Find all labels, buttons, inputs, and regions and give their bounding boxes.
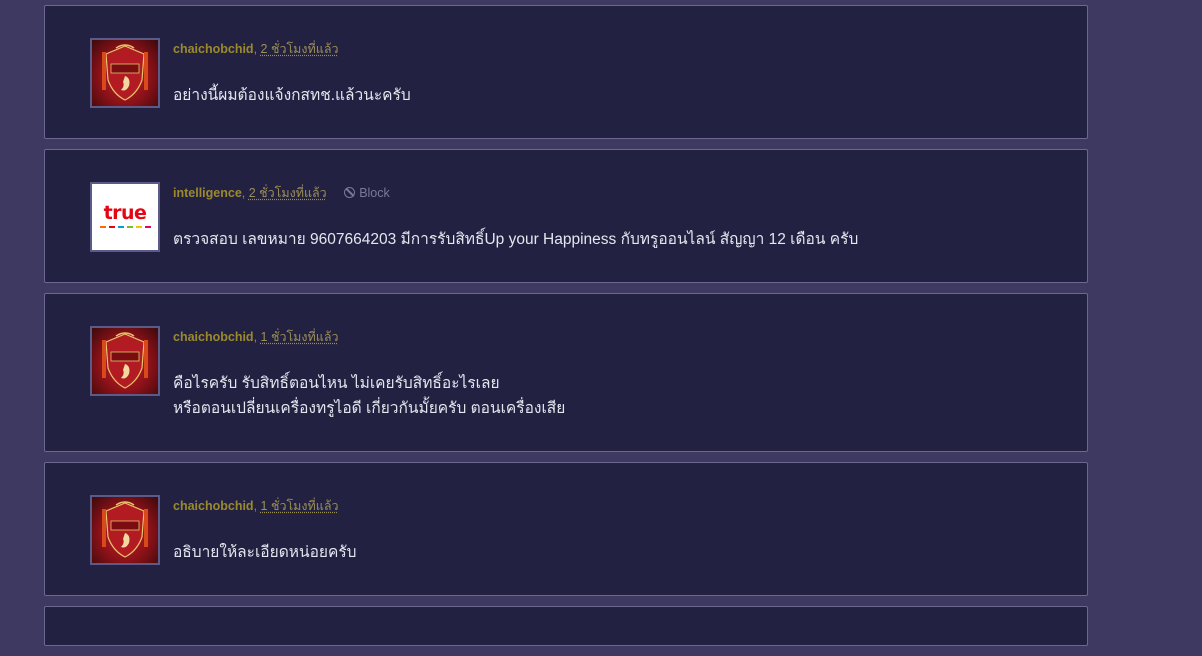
- comment-text-line: หรือตอนเปลี่ยนเครื่องทรูไอดี เกี่ยวกันมั…: [173, 400, 566, 417]
- block-label: Block: [359, 186, 390, 200]
- comment-text-line: ตรวจสอบ เลขหมาย 9607664203 มีการรับสิทธิ…: [173, 231, 859, 248]
- comment-body: คือไรครับ รับสิทธิ์ตอนไหน ไม่เคยรับสิทธิ…: [173, 371, 565, 421]
- avatar[interactable]: [90, 38, 160, 108]
- true-logo-text: true: [103, 202, 147, 224]
- comment-text-line: อย่างนี้ผมต้องแจ้งกสทช.แล้วนะครับ: [173, 87, 411, 104]
- comment-thread: chaichobchid, 2 ชั่วโมงที่แล้ว อย่างนี้ผ…: [44, 5, 1088, 656]
- liverpool-crest-icon: [102, 332, 148, 389]
- liverpool-crest-icon: [102, 44, 148, 101]
- comment-text-line: คือไรครับ รับสิทธิ์ตอนไหน ไม่เคยรับสิทธิ…: [173, 375, 500, 392]
- block-button[interactable]: Block: [344, 186, 390, 200]
- timestamp-link[interactable]: 2 ชั่วโมงที่แล้ว: [249, 186, 327, 200]
- comment-card: chaichobchid, 1 ชั่วโมงที่แล้ว อธิบายให้…: [44, 462, 1088, 596]
- timestamp-link[interactable]: 2 ชั่วโมงที่แล้ว: [261, 42, 339, 56]
- comment-meta: chaichobchid, 1 ชั่วโมงที่แล้ว: [173, 330, 339, 344]
- comment-meta: chaichobchid, 2 ชั่วโมงที่แล้ว: [173, 42, 339, 56]
- avatar[interactable]: [90, 495, 160, 565]
- comment-meta: intelligence, 2 ชั่วโมงที่แล้ว Block: [173, 186, 390, 200]
- author-link[interactable]: chaichobchid: [173, 330, 254, 344]
- ban-icon: [344, 187, 356, 198]
- comment-body: อย่างนี้ผมต้องแจ้งกสทช.แล้วนะครับ: [173, 83, 411, 108]
- timestamp-link[interactable]: 1 ชั่วโมงที่แล้ว: [261, 330, 339, 344]
- comment-body: ตรวจสอบ เลขหมาย 9607664203 มีการรับสิทธิ…: [173, 227, 858, 252]
- comment-card: chaichobchid, 2 ชั่วโมงที่แล้ว อย่างนี้ผ…: [44, 5, 1088, 139]
- comment-text-line: อธิบายให้ละเอียดหน่อยครับ: [173, 544, 357, 561]
- comment-meta: chaichobchid, 1 ชั่วโมงที่แล้ว: [173, 499, 339, 513]
- author-link[interactable]: chaichobchid: [173, 42, 254, 56]
- timestamp-link[interactable]: 1 ชั่วโมงที่แล้ว: [261, 499, 339, 513]
- comment-card-partial: [44, 606, 1088, 646]
- avatar[interactable]: true: [90, 182, 160, 252]
- liverpool-crest-icon: [102, 501, 148, 558]
- author-link[interactable]: chaichobchid: [173, 499, 254, 513]
- comment-card: chaichobchid, 1 ชั่วโมงที่แล้ว คือไรครับ…: [44, 293, 1088, 452]
- true-logo-dots: [99, 226, 151, 229]
- comment-card: true intelligence, 2 ชั่วโมงที่แล้ว Bloc…: [44, 149, 1088, 283]
- avatar[interactable]: [90, 326, 160, 396]
- comment-body: อธิบายให้ละเอียดหน่อยครับ: [173, 540, 357, 565]
- author-link[interactable]: intelligence: [173, 186, 242, 200]
